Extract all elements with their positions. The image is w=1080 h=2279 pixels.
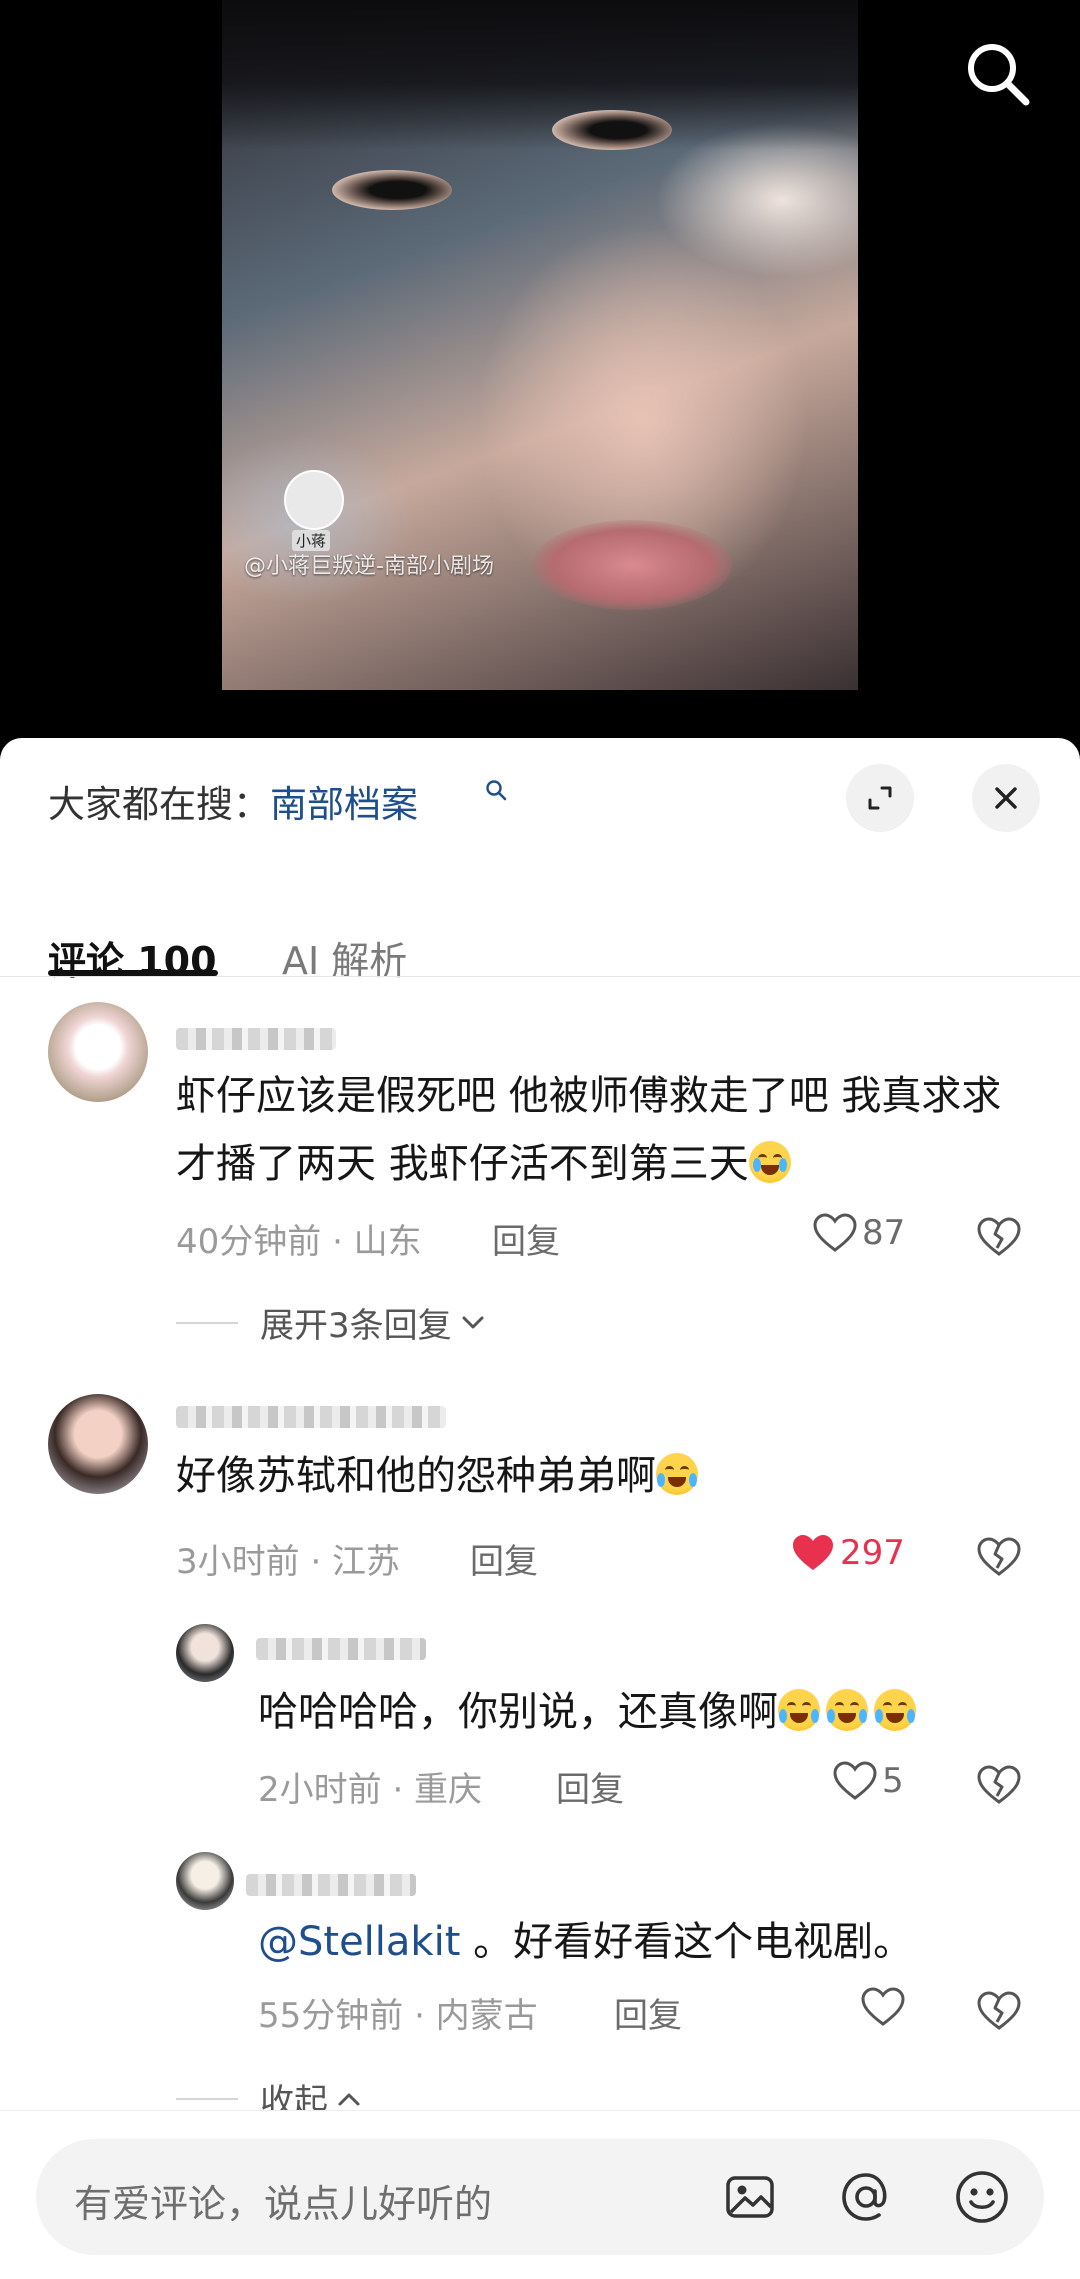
- comment-input-bar: 有爱评论，说点儿好听的: [0, 2110, 1080, 2279]
- search-button[interactable]: [960, 36, 1036, 112]
- search-icon: [968, 44, 1030, 106]
- video-shade: [222, 0, 858, 150]
- avatar[interactable]: [176, 1852, 234, 1910]
- tears-of-joy-emoji: [656, 1453, 698, 1495]
- laughing-emoji: [826, 1689, 868, 1731]
- close-icon: [995, 787, 1017, 809]
- video-detail: [552, 110, 672, 150]
- comment-sheet: 大家都在搜：南部档案 评论 100 AI 解析 虾仔应该是假死吧 他被师傅救走了…: [0, 738, 1080, 2279]
- laughing-emoji: [874, 1689, 916, 1731]
- like-button[interactable]: 5: [832, 1760, 904, 1802]
- comment-time-location: 3小时前 · 江苏: [176, 1542, 401, 1582]
- comment-tabs: 评论 100 AI 解析: [0, 888, 1080, 1018]
- like-count: 297: [840, 1533, 905, 1573]
- dislike-button[interactable]: [976, 1764, 1022, 1810]
- mention-link[interactable]: @Stellakit: [258, 1919, 460, 1965]
- mention-button[interactable]: [836, 2167, 896, 2227]
- trending-search[interactable]: 大家都在搜：南部档案: [48, 774, 418, 828]
- heart-icon: [833, 1761, 877, 1800]
- dislike-button[interactable]: [976, 1536, 1022, 1582]
- reply-button[interactable]: 回复: [614, 1988, 682, 2037]
- like-count: 5: [882, 1761, 904, 1801]
- comment-time-location: 55分钟前 · 内蒙古: [258, 1996, 538, 2036]
- reply-button[interactable]: 回复: [470, 1534, 538, 1583]
- thread-dash: [176, 1321, 238, 1324]
- divider: [0, 976, 1080, 977]
- video-frame: 小蒋 @小蒋巨叛逆-南部小剧场: [222, 0, 858, 690]
- watermark-avatar: [284, 470, 344, 530]
- expand-replies-label: 展开3条回复: [260, 1306, 452, 1346]
- at-icon: [842, 2173, 887, 2221]
- reply-text: 哈哈哈哈，你别说，还真像啊: [258, 1678, 1048, 1746]
- emoji-icon: [956, 2171, 1008, 2223]
- dislike-button[interactable]: [976, 1216, 1022, 1262]
- comment-text: 虾仔应该是假死吧 他被师傅救走了吧 我真求求 才播了两天 我虾仔活不到第三天: [176, 1073, 1002, 1187]
- username[interactable]: [176, 1406, 446, 1428]
- dislike-icon: [977, 1765, 1021, 1804]
- close-button[interactable]: [972, 764, 1040, 832]
- trending-search-icon: [486, 780, 507, 801]
- heart-icon: [813, 1213, 857, 1252]
- dislike-icon: [977, 1991, 1021, 2030]
- comment-time-location: 2小时前 · 重庆: [258, 1770, 483, 1810]
- avatar[interactable]: [176, 1624, 234, 1682]
- chevron-down-icon: [462, 1316, 484, 1328]
- expand-icon: [868, 786, 892, 810]
- like-button[interactable]: 297: [790, 1532, 905, 1574]
- laughing-emoji: [778, 1689, 820, 1731]
- like-button[interactable]: [860, 1986, 910, 2028]
- reply-text: @Stellakit 。好看好看这个电视剧。: [258, 1919, 914, 1965]
- heart-filled-icon: [793, 1535, 833, 1570]
- image-button[interactable]: [720, 2167, 780, 2227]
- thread-dash: [176, 2097, 238, 2100]
- comment-text: 好像苏轼和他的怨种弟弟啊: [176, 1442, 1036, 1510]
- dislike-button[interactable]: [976, 1990, 1022, 2036]
- username[interactable]: [176, 1028, 336, 1050]
- reply-button[interactable]: 回复: [556, 1762, 624, 1811]
- video-player[interactable]: 小蒋 @小蒋巨叛逆-南部小剧场: [0, 0, 1080, 740]
- comment-input-placeholder: 有爱评论，说点儿好听的: [74, 2182, 493, 2226]
- video-detail: [332, 170, 452, 210]
- comment-time-location: 40分钟前 · 山东: [176, 1222, 422, 1262]
- dislike-icon: [977, 1217, 1021, 1256]
- video-watermark: @小蒋巨叛逆-南部小剧场: [244, 554, 494, 579]
- username[interactable]: [256, 1638, 426, 1660]
- username[interactable]: [246, 1874, 416, 1896]
- avatar[interactable]: [48, 1002, 148, 1102]
- expand-replies-button[interactable]: 展开3条回复: [176, 1298, 488, 1347]
- dislike-icon: [977, 1537, 1021, 1576]
- like-button[interactable]: 87: [812, 1212, 905, 1254]
- emoji-button[interactable]: [952, 2167, 1012, 2227]
- like-count: 87: [862, 1213, 906, 1253]
- image-icon: [726, 2176, 774, 2218]
- expand-button[interactable]: [846, 764, 914, 832]
- trending-term[interactable]: 南部档案: [270, 783, 418, 826]
- trending-label: 大家都在搜：: [48, 783, 270, 826]
- reply-button[interactable]: 回复: [492, 1214, 560, 1263]
- heart-icon: [861, 1987, 905, 2026]
- avatar[interactable]: [48, 1394, 148, 1494]
- chevron-up-icon: [338, 2093, 360, 2105]
- loudly-crying-emoji: [748, 1141, 791, 1183]
- comment-input[interactable]: 有爱评论，说点儿好听的: [36, 2139, 1044, 2255]
- video-detail: [532, 520, 732, 610]
